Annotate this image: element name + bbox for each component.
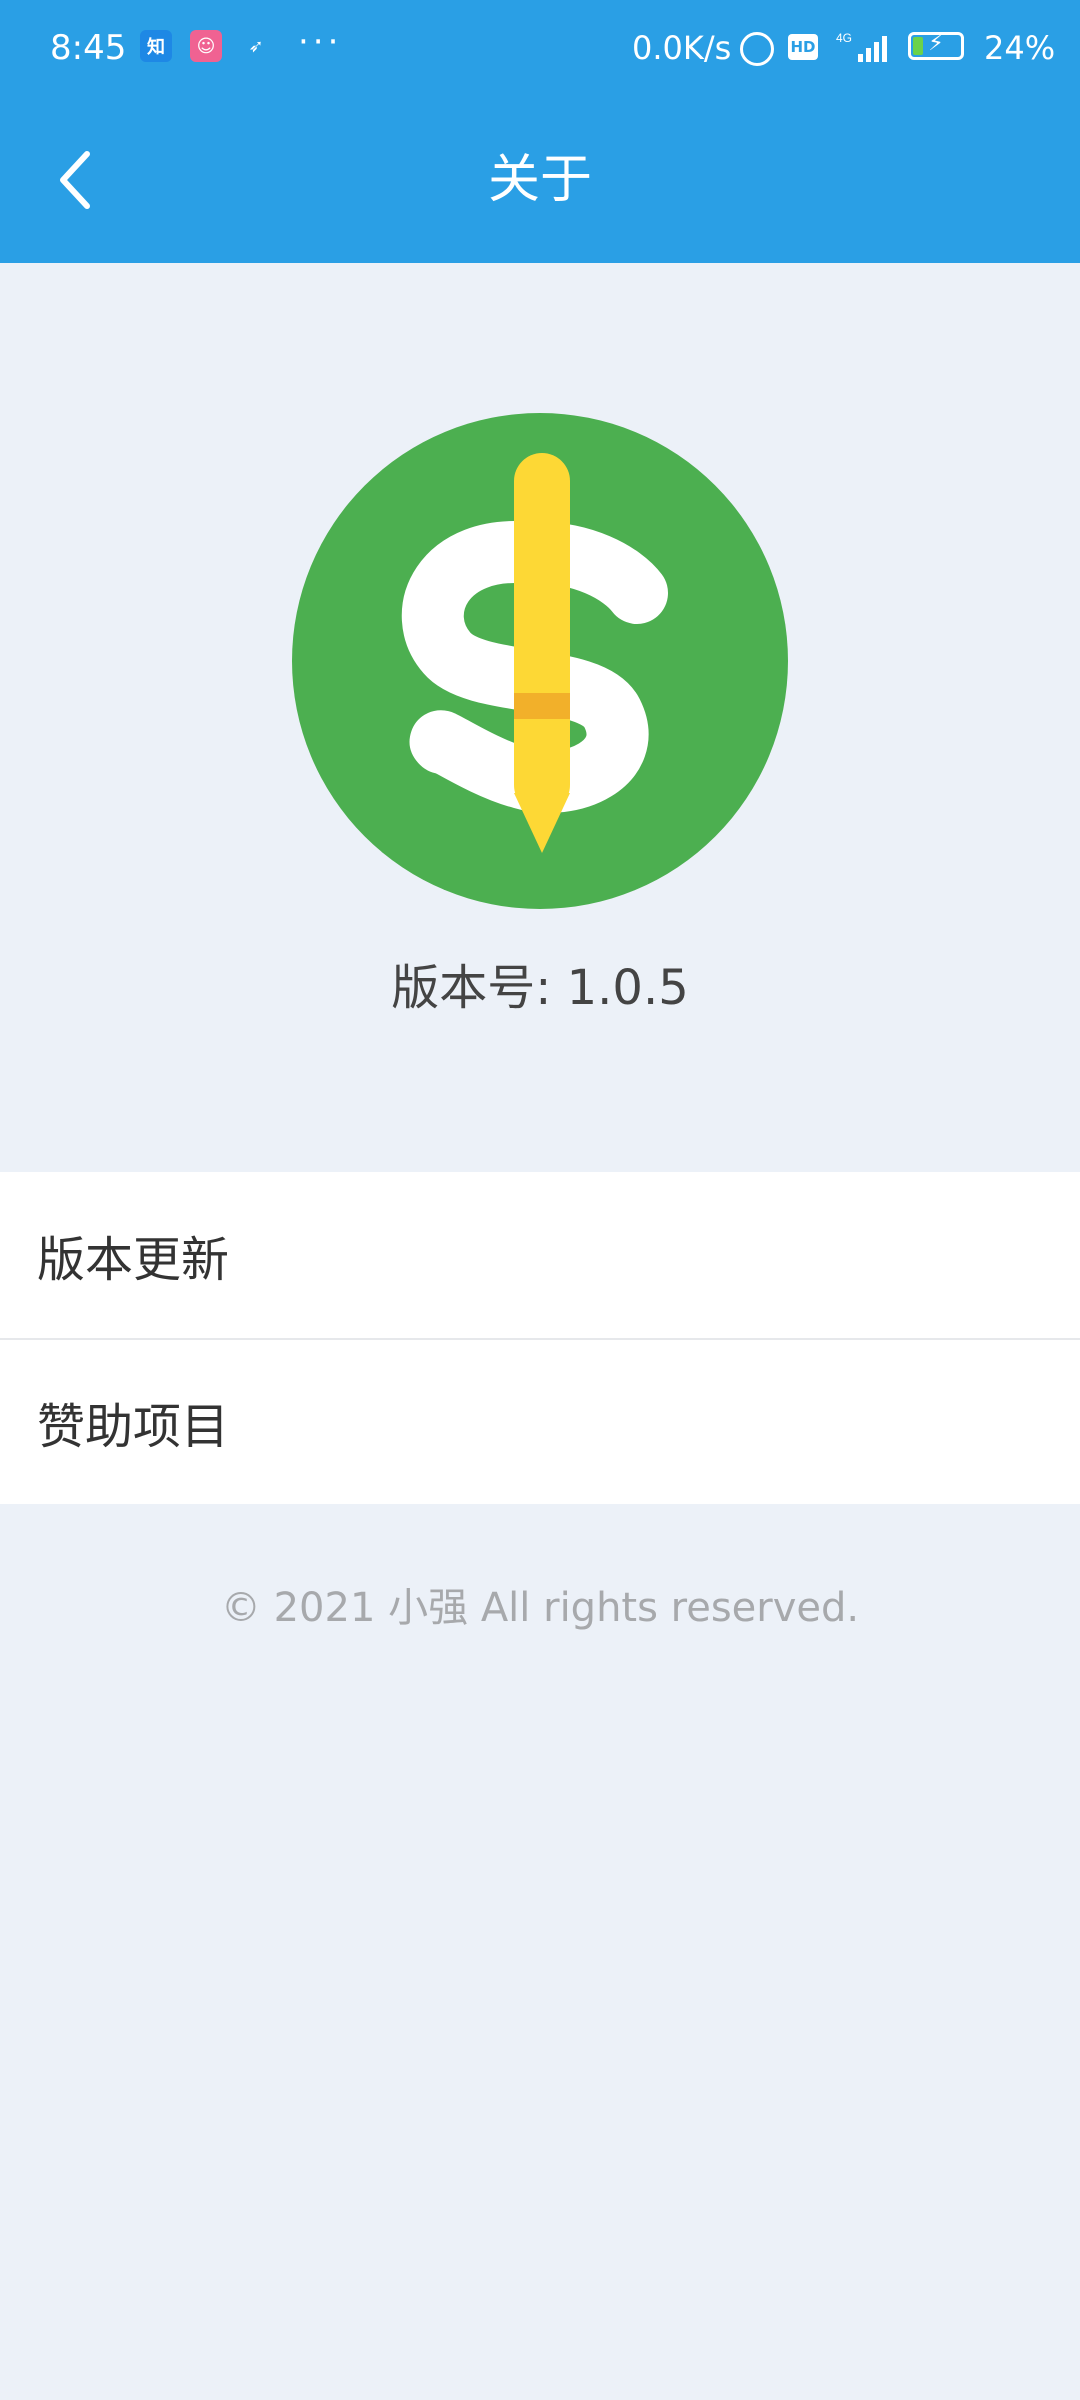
network-speed: 0.0K/s xyxy=(632,29,732,67)
zhihu-icon: 知 xyxy=(140,30,172,62)
menu-item-version-update[interactable]: 版本更新 xyxy=(0,1172,1080,1338)
signal-4g-icon: 4G xyxy=(836,30,896,64)
status-bar: 8:45 知 ☺ ➶ ··· 0.0K/s HD 4G ⚡ 24% xyxy=(0,0,1080,95)
status-time: 8:45 xyxy=(50,28,127,68)
more-notifications-icon: ··· xyxy=(298,22,343,62)
app-logo xyxy=(292,413,788,909)
copyright-text: © 2021 小强 All rights reserved. xyxy=(220,1585,860,1631)
app-header: 8:45 知 ☺ ➶ ··· 0.0K/s HD 4G ⚡ 24% 关于 xyxy=(0,0,1080,263)
version-label: 版本号: 1.0.5 xyxy=(391,960,689,1016)
face-app-icon: ☺ xyxy=(190,30,222,62)
alarm-icon xyxy=(740,32,774,66)
menu-item-sponsor-project[interactable]: 赞助项目 xyxy=(0,1338,1080,1504)
bird-app-icon: ➶ xyxy=(248,35,264,57)
battery-percent: 24% xyxy=(984,29,1056,67)
svg-text:4G: 4G xyxy=(836,31,852,45)
battery-charging-icon: ⚡ xyxy=(908,31,964,60)
hd-icon: HD xyxy=(788,34,818,60)
settings-menu: 版本更新 赞助项目 xyxy=(0,1172,1080,1504)
page-title: 关于 xyxy=(487,150,592,210)
